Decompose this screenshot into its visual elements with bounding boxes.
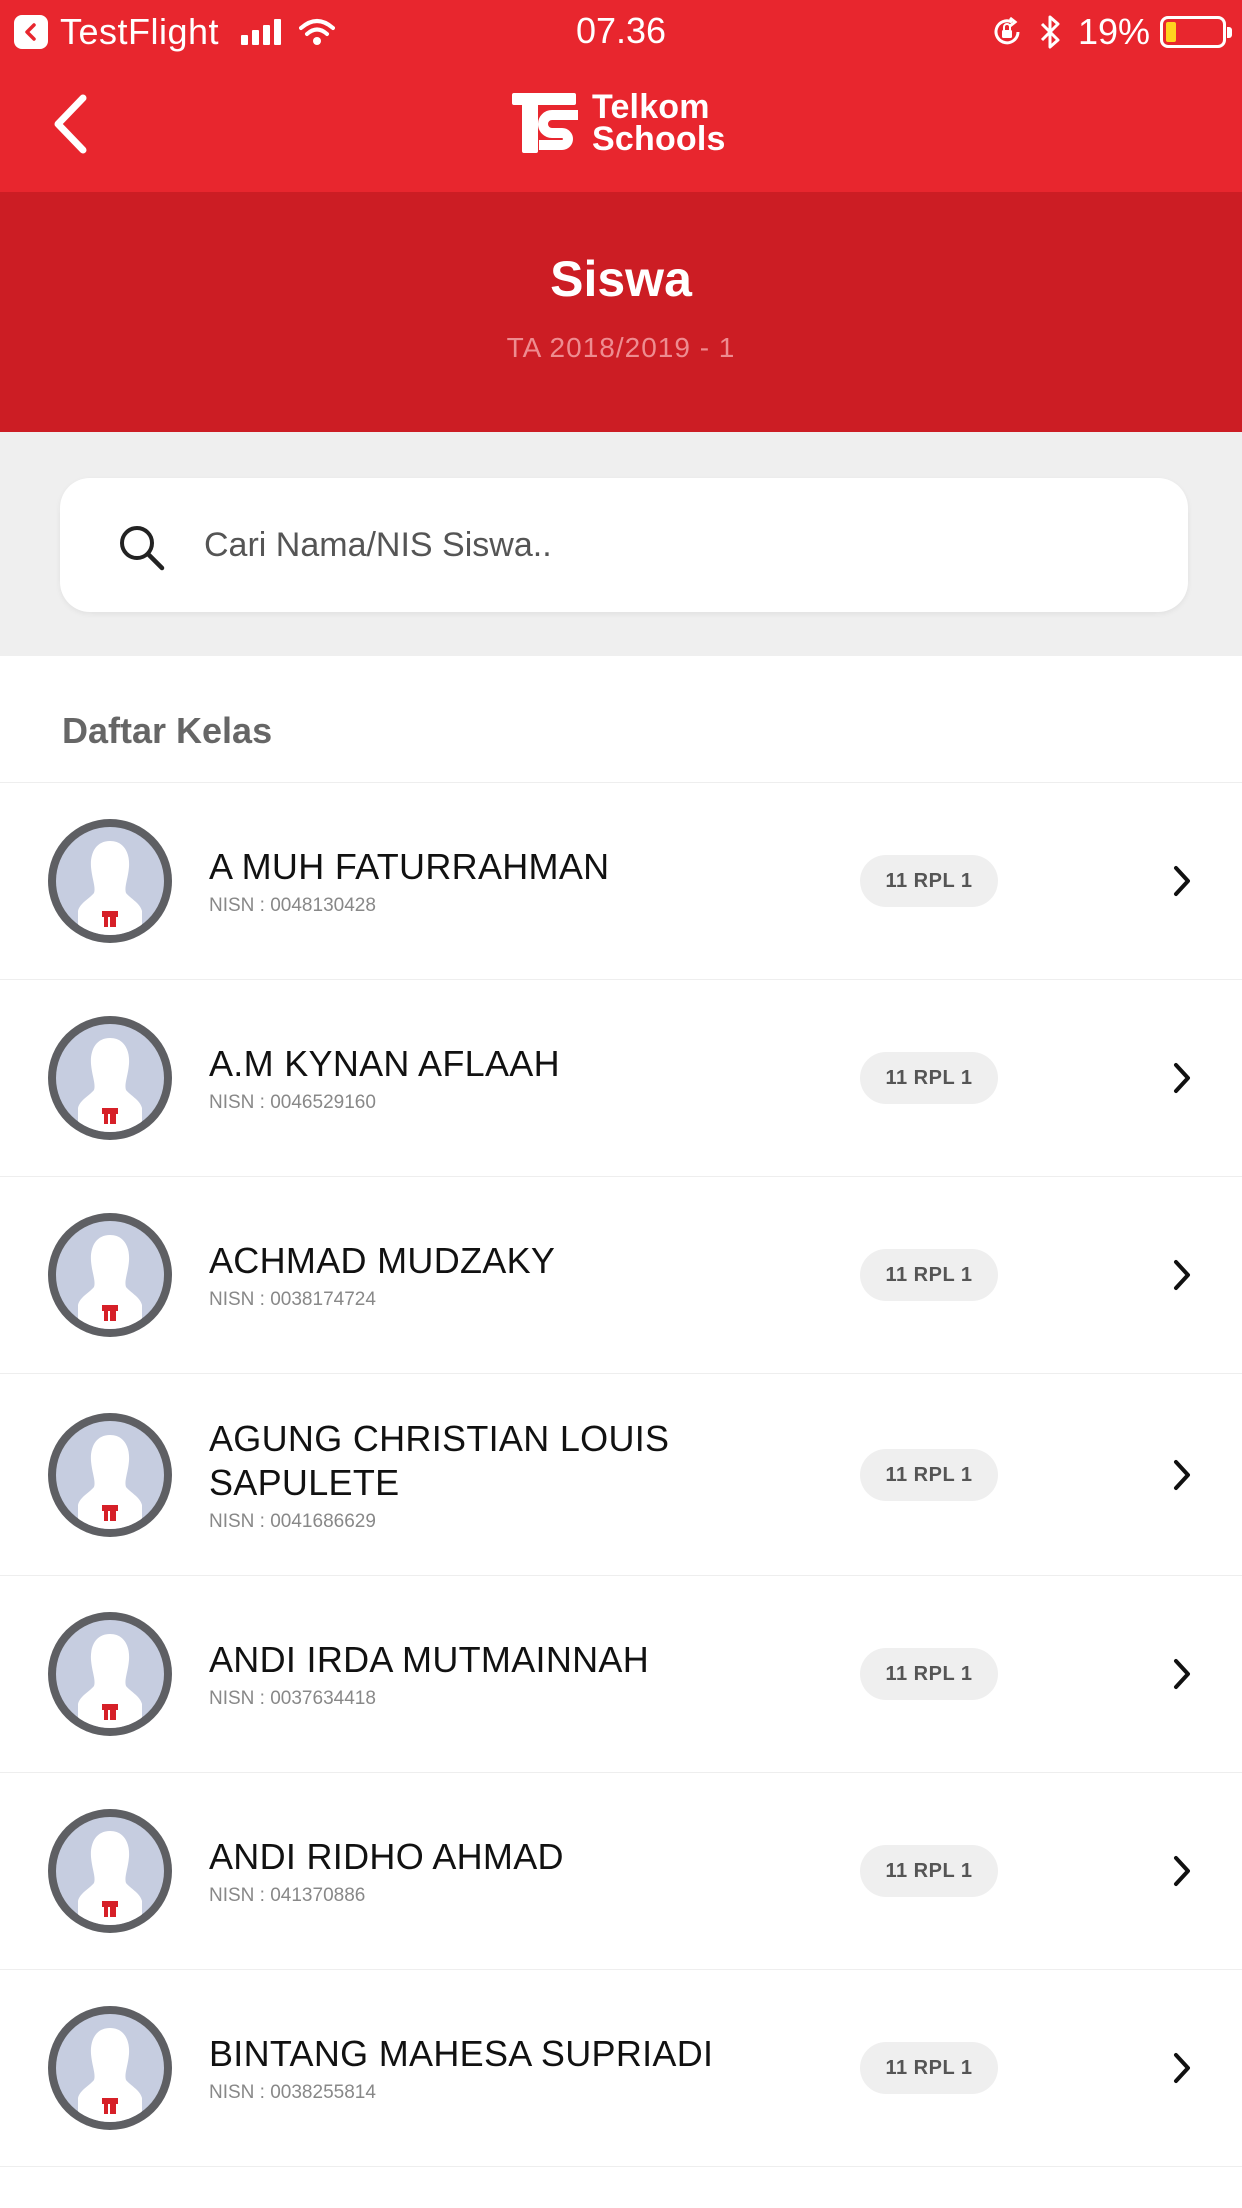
student-info: ANDI IRDA MUTMAINNAH NISN : 0037634418 (209, 1638, 829, 1710)
student-row[interactable]: AGUNG CHRISTIAN LOUIS SAPULETE NISN : 004… (0, 1374, 1242, 1576)
student-name: A MUH FATURRAHMAN (209, 846, 610, 887)
logo-text-line2: Schools (592, 120, 726, 158)
student-row[interactable]: A.M KYNAN AFLAAH NISN : 0046529160 11 RPL … (0, 980, 1242, 1177)
student-info: BINTANG MAHESA SUPRIADI NISN : 0038255814 (209, 2032, 829, 2104)
student-nisn: NISN : 0041686629 (209, 1510, 376, 1532)
student-info: A MUH FATURRAHMAN NISN : 0048130428 (209, 845, 829, 917)
avatar (48, 2006, 172, 2130)
class-badge: 11 RPL 1 (860, 2042, 998, 2094)
back-to-app-label[interactable]: TestFlight (60, 11, 219, 53)
chevron-right-icon (1174, 1459, 1190, 1490)
page-title: Siswa (550, 251, 692, 307)
logo-text: Telkom Schools (592, 88, 726, 158)
student-name: A.M KYNAN AFLAAH (209, 1043, 560, 1084)
avatar (48, 1612, 172, 1736)
class-badge: 11 RPL 1 (860, 1052, 998, 1104)
student-info: A.M KYNAN AFLAAH NISN : 0046529160 (209, 1042, 829, 1114)
avatar (48, 1809, 172, 1933)
avatar (48, 1016, 172, 1140)
student-row[interactable]: A MUH FATURRAHMAN NISN : 0048130428 11 RPL… (0, 783, 1242, 980)
student-nisn: NISN : 041370886 (209, 1885, 366, 1906)
battery-level (1166, 22, 1176, 42)
class-badge: 11 RPL 1 (860, 855, 998, 907)
telkom-schools-logo: Telkom Schools (510, 86, 726, 160)
chevron-right-icon (1174, 1856, 1190, 1886)
search-box[interactable] (60, 478, 1188, 612)
avatar-placeholder-icon (78, 841, 142, 935)
avatar-placeholder-icon (78, 1634, 142, 1728)
student-nisn: NISN : 0037634418 (209, 1688, 376, 1709)
logo-text-line1: Telkom (592, 88, 710, 126)
avatar-placeholder-icon (78, 1434, 142, 1529)
chevron-right-icon (1174, 1659, 1190, 1689)
avatar-placeholder-icon (78, 2028, 142, 2122)
status-bar: TestFlight 07.36 19% (0, 0, 1242, 64)
student-nisn: NISN : 0038174724 (209, 1289, 376, 1310)
chevron-right-icon (1174, 1260, 1190, 1290)
avatar (48, 1213, 172, 1337)
page-header: Siswa TA 2018/2019 - 1 (0, 192, 1242, 432)
student-name: ACHMAD MUDZAKY (209, 1240, 556, 1281)
avatar-placeholder-icon (78, 1038, 142, 1132)
student-list: A MUH FATURRAHMAN NISN : 0048130428 11 RPL… (0, 782, 1242, 2167)
student-nisn: NISN : 0048130428 (209, 895, 376, 916)
class-badge: 11 RPL 1 (860, 1249, 998, 1301)
class-badge: 11 RPL 1 (860, 1648, 998, 1700)
student-name: ANDI IRDA MUTMAINNAH (209, 1639, 650, 1680)
search-area (0, 432, 1242, 656)
student-nisn: NISN : 0038255814 (209, 2082, 376, 2103)
telkom-schools-logo-icon (512, 93, 578, 153)
student-name: AGUNG CHRISTIAN LOUIS SAPULETE (209, 1417, 670, 1503)
avatar (48, 1412, 172, 1537)
student-info: ACHMAD MUDZAKY NISN : 0038174724 (209, 1239, 829, 1311)
back-button[interactable] (30, 84, 110, 164)
student-info: ANDI RIDHO AHMAD NISN : 041370886 (209, 1835, 829, 1907)
search-icon (120, 526, 165, 571)
avatar-placeholder-icon (78, 1831, 142, 1925)
search-input[interactable] (204, 508, 1144, 582)
student-row[interactable]: ANDI IRDA MUTMAINNAH NISN : 0037634418 11 … (0, 1576, 1242, 1773)
wifi-icon (299, 19, 336, 45)
chevron-right-icon (1174, 2053, 1190, 2083)
academic-year-subtitle: TA 2018/2019 - 1 (506, 332, 736, 363)
avatar-placeholder-icon (78, 1235, 142, 1329)
student-name: BINTANG MAHESA SUPRIADI (209, 2033, 714, 2074)
nav-bar: Telkom Schools (0, 64, 1242, 192)
status-left: TestFlight (14, 10, 336, 54)
battery-icon (1160, 16, 1232, 48)
student-row[interactable]: BINTANG MAHESA SUPRIADI NISN : 0038255814… (0, 1970, 1242, 2167)
bluetooth-icon (1040, 15, 1060, 49)
student-name: ANDI RIDHO AHMAD (209, 1836, 564, 1877)
chevron-right-icon (1174, 866, 1190, 896)
orientation-lock-icon (994, 16, 1020, 45)
chevron-left-icon (54, 94, 87, 154)
student-info: AGUNG CHRISTIAN LOUIS SAPULETE NISN : 004… (209, 1417, 829, 1533)
status-right: 19% (990, 10, 1232, 54)
signal-icon (241, 19, 285, 45)
student-row[interactable]: ANDI RIDHO AHMAD NISN : 041370886 11 RPL 1 (0, 1773, 1242, 1970)
student-row[interactable]: ACHMAD MUDZAKY NISN : 0038174724 11 RPL 1 (0, 1177, 1242, 1374)
testflight-back-icon[interactable] (14, 15, 48, 49)
student-nisn: NISN : 0046529160 (209, 1092, 376, 1113)
chevron-right-icon (1174, 1063, 1190, 1093)
class-badge: 11 RPL 1 (860, 1448, 998, 1501)
section-title: Daftar Kelas (62, 710, 273, 751)
avatar (48, 819, 172, 943)
class-badge: 11 RPL 1 (860, 1845, 998, 1897)
battery-percent: 19% (1077, 11, 1150, 52)
